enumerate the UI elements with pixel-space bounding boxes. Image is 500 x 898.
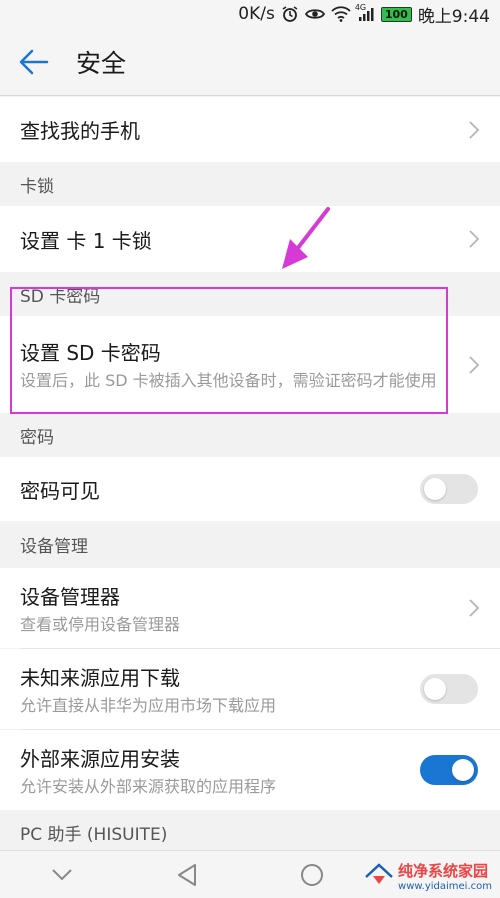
section-sd-password: SD 卡密码	[0, 272, 500, 316]
unknown-source-label: 未知来源应用下载	[20, 665, 180, 690]
section-card-lock: 卡锁	[0, 162, 500, 206]
watermark-title: 纯净系统家园	[398, 862, 489, 880]
unknown-source-toggle[interactable]	[420, 674, 478, 704]
unknown-source-description: 允许直接从非华为应用市场下载应用	[20, 695, 277, 715]
toggle-knob	[452, 759, 474, 781]
external-install-label: 外部来源应用安装	[20, 746, 180, 771]
section-pc-suite: PC 助手 (HISUITE)	[0, 810, 500, 854]
password-visible-toggle[interactable]	[420, 474, 478, 504]
settings-list: 查找我的手机 卡锁 设置 卡 1 卡锁 SD 卡密码 设置 SD 卡密码 设置后…	[0, 97, 500, 854]
password-visible-item[interactable]: 密码可见	[0, 457, 500, 521]
annotation-arrow-icon	[282, 207, 330, 269]
watermark-logo-icon	[365, 863, 393, 884]
chevron-right-icon	[469, 230, 480, 248]
unknown-source-item[interactable]: 未知来源应用下载 允许直接从非华为应用市场下载应用	[0, 649, 500, 729]
chevron-right-icon	[469, 120, 480, 139]
network-type-label: 4G	[354, 3, 367, 12]
chevron-right-icon	[469, 355, 480, 374]
battery-icon: 100	[380, 6, 412, 22]
clock: 晚上9:44	[417, 6, 490, 27]
app-bar: 安全	[0, 28, 500, 96]
find-my-phone-item[interactable]: 查找我的手机	[0, 97, 500, 162]
device-admin-description: 查看或停用设备管理器	[20, 614, 181, 634]
toggle-knob	[424, 678, 446, 700]
section-device-management: 设备管理	[0, 521, 500, 568]
arrow-left-icon	[19, 49, 49, 74]
signal-icon: 4G	[354, 3, 375, 22]
sd-password-label: 设置 SD 卡密码	[20, 341, 161, 365]
watermark: 纯净系统家园 www.yidaimei.com	[364, 860, 492, 892]
page-title: 安全	[76, 48, 127, 78]
chevron-down-icon[interactable]	[51, 868, 73, 882]
net-speed: 0K/s	[238, 4, 275, 24]
status-bar: 0K/s 4G 100 晚上9:44	[0, 0, 500, 28]
card-lock-label: 设置 卡 1 卡锁	[20, 228, 152, 253]
alarm-icon	[281, 5, 299, 23]
wifi-icon	[331, 6, 351, 22]
sd-password-description: 设置后，此 SD 卡被插入其他设备时，需验证密码才能使用	[20, 371, 437, 390]
section-password: 密码	[0, 413, 500, 457]
external-install-description: 允许安装从外部来源获取的应用程序	[20, 776, 277, 796]
chevron-right-icon	[469, 599, 480, 617]
password-visible-label: 密码可见	[20, 478, 100, 503]
toggle-knob	[424, 478, 446, 500]
external-install-toggle[interactable]	[420, 755, 478, 785]
back-button[interactable]	[4, 28, 64, 96]
find-my-phone-label: 查找我的手机	[20, 119, 140, 143]
home-circle-icon[interactable]	[300, 863, 324, 887]
external-install-item[interactable]: 外部来源应用安装 允许安装从外部来源获取的应用程序	[0, 730, 500, 810]
back-triangle-icon[interactable]	[176, 863, 198, 887]
device-admin-label: 设备管理器	[20, 584, 120, 609]
eye-icon	[304, 6, 325, 22]
card-lock-item[interactable]: 设置 卡 1 卡锁	[0, 206, 500, 272]
watermark-url: www.yidaimei.com	[398, 881, 492, 892]
device-admin-item[interactable]: 设备管理器 查看或停用设备管理器	[0, 568, 500, 648]
sd-password-item[interactable]: 设置 SD 卡密码 设置后，此 SD 卡被插入其他设备时，需验证密码才能使用	[0, 316, 500, 413]
